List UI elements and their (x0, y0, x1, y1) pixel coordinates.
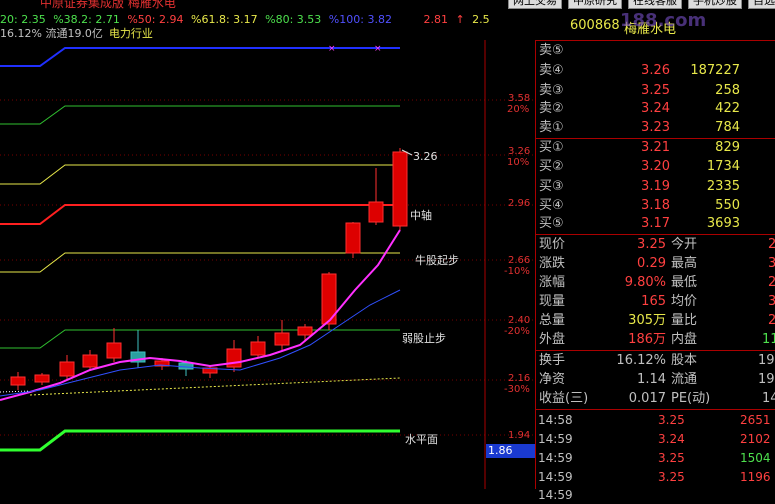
indicator-value: %100: 3.82 (328, 13, 392, 26)
trade-row: 14:59 3.25 1196 (538, 470, 771, 484)
axis-price-label: 2.66 (508, 255, 531, 266)
indicator-bar: 20: 2.35 %38.2: 2.71 %50: 2.94 %61.8: 3.… (0, 12, 494, 28)
quote-row-price: 现价 3.25 今开 2 (539, 237, 775, 252)
shuiping-label: 水平面 (405, 433, 438, 446)
buy-row-2[interactable]: 买② 3.20 1734 (536, 158, 775, 176)
watermark-logo: 188.com (620, 10, 707, 31)
buy-row-1[interactable]: 买① 3.21 829 (536, 139, 775, 157)
svg-text:×: × (374, 44, 382, 54)
ruogu-label: 弱股止步 (402, 332, 446, 345)
up-arrow-icon: ↑ (455, 13, 465, 26)
level-line-20 (0, 329, 400, 349)
fin-row-eps: 收益(三) 0.017 PE(动) 14 (539, 391, 775, 406)
float-info: 16.12% 流通19.0亿 (0, 27, 103, 40)
sell-row-3[interactable]: 卖③ 3.25 258 (536, 82, 775, 100)
quote-row-outer: 外盘 186万 内盘 11 (539, 332, 775, 347)
indicator-value: %50: 2.94 (127, 13, 184, 26)
toolbar-button-mobile[interactable]: 手机炒股 (688, 0, 742, 9)
axis-pct-label: 20% (507, 104, 530, 115)
sell-row-5[interactable]: 卖⑤ (536, 42, 775, 60)
quote-panel: 卖⑤ 卖④ 3.26 187227 卖③ 3.25 258 卖② 3.24 42… (535, 40, 775, 502)
quote-row-volume-now: 现量 165 均价 3 (539, 294, 775, 309)
trade-row: 14:59 3.24 2102 (538, 432, 771, 446)
buy-row-4[interactable]: 买④ 3.18 550 (536, 197, 775, 215)
indicator-value: 2.5 (472, 13, 490, 26)
level-line-50 (0, 204, 400, 225)
quote-row-pct: 涨幅 9.80% 最低 2 (539, 275, 775, 290)
level-line-base (0, 429, 400, 452)
info-bar: 16.12% 流通19.0亿 电力行业 (0, 27, 153, 41)
niugu-label: 牛股起步 (415, 254, 459, 267)
axis-pct-label: -30% (504, 384, 530, 395)
buy-row-3[interactable]: 买③ 3.19 2335 (536, 178, 775, 196)
axis-price-label: 2.16 (508, 373, 531, 384)
sell-row-4[interactable]: 卖④ 3.26 187227 (536, 62, 775, 80)
stock-code: 600868 (570, 18, 620, 33)
axis-price-label: 3.58 (508, 93, 531, 104)
axis-pct-label: -20% (504, 326, 530, 337)
axis-price-label: 2.40 (508, 315, 531, 326)
level-line-382 (0, 252, 400, 273)
svg-text:×: × (328, 44, 336, 54)
level-line-100 (0, 47, 400, 67)
axis-pct-label: 10% (507, 157, 530, 168)
kline-chart[interactable]: × × 3.26 中轴 牛股起步 弱股止步 水平面 3.58 20% 3.26 … (0, 40, 535, 489)
quote-row-volume-total: 总量 305万 量比 2 (539, 313, 775, 328)
axis-price-label: 2.96 (508, 198, 531, 209)
toolbar-button-watchlist[interactable]: 自选 (748, 0, 775, 9)
trade-row: 14:58 3.25 2651 (538, 413, 771, 427)
quote-row-change: 涨跌 0.29 最高 3 (539, 256, 775, 271)
axis-price-label: 3.26 (508, 146, 531, 157)
indicator-value: %80: 3.53 (265, 13, 322, 26)
candles (10, 148, 408, 390)
indicator-value: %38.2: 2.71 (53, 13, 120, 26)
fin-row-netasset: 净资 1.14 流通 19. (539, 372, 775, 387)
level-line-618 (0, 164, 400, 185)
axis-pct-label: -10% (504, 266, 530, 277)
zhongzhou-label: 中轴 (410, 209, 432, 222)
cursor-price-box: 1.86 (486, 444, 536, 458)
sell-row-1[interactable]: 卖① 3.23 784 (536, 119, 775, 137)
toolbar-button-trade[interactable]: 网上交易 (508, 0, 562, 9)
fin-row-turnover: 换手 16.12% 股本 19. (539, 353, 775, 368)
industry-label: 电力行业 (108, 27, 153, 40)
trade-row: 14:59 3.25 1504 (538, 451, 771, 465)
buy-row-5[interactable]: 买⑤ 3.17 3693 (536, 215, 775, 233)
indicator-value: 20: 2.35 (0, 13, 46, 26)
level-line-80 (0, 105, 400, 125)
toolbar-button-service[interactable]: 在线客服 (628, 0, 682, 9)
toolbar-button-research[interactable]: 中原研究 (568, 0, 622, 9)
indicator-value: %61.8: 3.17 (191, 13, 258, 26)
axis-price-label: 1.94 (508, 430, 531, 441)
sell-row-2[interactable]: 卖② 3.24 422 (536, 100, 775, 118)
level-line-dotted (29, 377, 401, 396)
high-price-label: 3.26 (413, 150, 438, 163)
indicator-value: 2.81 (423, 13, 448, 26)
window-title: 中原证券集成版 梅雁水电 (40, 0, 176, 10)
